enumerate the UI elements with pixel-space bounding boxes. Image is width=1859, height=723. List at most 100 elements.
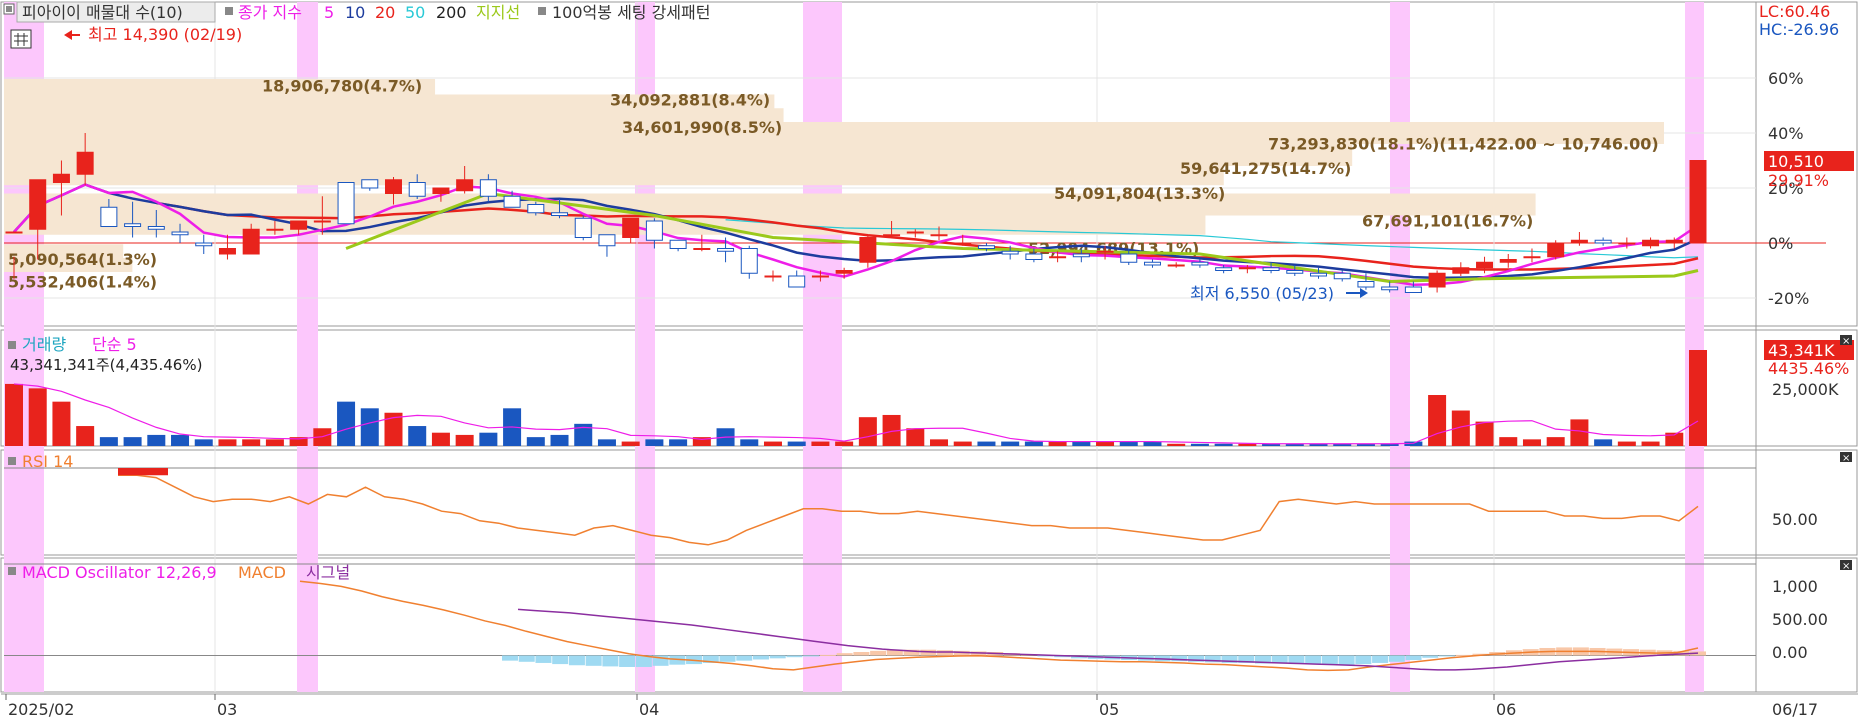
candle-body — [76, 151, 94, 175]
candle-body — [313, 220, 331, 223]
candle-body — [100, 206, 118, 227]
candle-body — [1618, 242, 1636, 245]
ma20-label: 20 — [375, 3, 395, 22]
oscillator-bar — [736, 655, 753, 661]
oscillator-bar — [870, 650, 887, 656]
macd-close-icon[interactable]: × — [1840, 560, 1852, 572]
candle-body — [1238, 267, 1256, 270]
rsi-close-icon[interactable]: × — [1840, 452, 1852, 464]
candle-body — [1665, 239, 1683, 244]
volume-bar — [1617, 441, 1636, 446]
candle-body — [1499, 259, 1517, 263]
volume-profile-label: 5,090,564(1.3%) — [8, 250, 157, 269]
chart-window: 5,090,564(1.3%) 5,532,406(1.4%) 18,906,780… — [0, 0, 1859, 723]
oscillator-bar — [803, 655, 820, 657]
volume-bar — [408, 426, 427, 446]
volume-bar — [550, 434, 569, 446]
oscillator-bar — [1355, 655, 1372, 665]
oscillator-bar — [853, 652, 870, 656]
candle-body — [5, 231, 23, 234]
oscillator-bar — [1338, 655, 1355, 665]
candle-body — [1523, 256, 1541, 259]
highlight-column — [1390, 2, 1410, 692]
volume-bar — [1024, 441, 1043, 446]
volume-profile-label: 54,091,804(13.3%) — [1054, 184, 1225, 203]
volume-bar — [763, 441, 782, 446]
candle-body — [195, 242, 213, 247]
volume-bar — [1428, 395, 1447, 446]
candle-body — [906, 231, 924, 234]
oscillator-bar — [719, 655, 736, 662]
oscillator-bar — [568, 655, 585, 666]
svg-text:×: × — [1842, 561, 1850, 572]
candle-body — [337, 182, 355, 225]
oscillator-bar — [752, 655, 769, 660]
volume-bar — [265, 439, 284, 446]
volume-profile-label: 59,641,275(14.7%) — [1180, 159, 1351, 178]
price-y-tick: -20% — [1768, 289, 1809, 308]
oscillator-bar — [619, 655, 636, 667]
oscillator-bar — [1439, 655, 1456, 657]
rsi-panel-title: RSI 14 — [22, 452, 73, 471]
volume-summary: 43,341,341주(4,435.46%) — [10, 356, 202, 374]
candle-body — [954, 242, 972, 245]
x-axis-label: 03 — [217, 700, 237, 719]
x-axis-label: 2025/02 — [8, 700, 74, 719]
volume-bar — [811, 441, 830, 446]
candle-body — [1381, 286, 1399, 291]
volume-close-icon[interactable]: × — [1840, 335, 1852, 347]
volume-bar — [1096, 441, 1115, 446]
volume-bar — [5, 383, 23, 446]
ma10-label: 10 — [345, 3, 365, 22]
candle-body — [1428, 272, 1446, 288]
candle-body — [1143, 261, 1161, 266]
price-panel-title[interactable]: 피아이이 매물대 수(10) — [22, 3, 183, 22]
volume-bar — [1190, 443, 1209, 446]
volume-bar — [930, 439, 949, 446]
price-y-tick: 40% — [1768, 124, 1804, 143]
candle-body — [693, 248, 711, 250]
oscillator-bar — [1405, 655, 1422, 661]
volume-profile-bar — [4, 193, 1536, 216]
volume-bar — [52, 401, 71, 446]
candle-body — [811, 275, 829, 278]
volume-bar — [526, 437, 545, 446]
volume-ma-label: 단순 5 — [92, 335, 137, 354]
volume-bar — [28, 388, 47, 446]
volume-panel-title: 거래량 — [22, 335, 66, 354]
candle-body — [1001, 250, 1019, 255]
candle-body — [171, 231, 189, 236]
candle-body — [859, 237, 877, 263]
candle-body — [835, 270, 853, 274]
volume-bar — [242, 439, 261, 446]
volume-bar — [787, 441, 806, 446]
macd-y-tick-0: 0.00 — [1772, 643, 1808, 662]
volume-bar — [1689, 350, 1707, 446]
volume-bar — [1048, 441, 1067, 446]
candle-body — [1215, 267, 1233, 271]
candle-body — [1049, 256, 1067, 259]
candle-body — [1642, 239, 1660, 247]
candle-body — [788, 275, 806, 288]
volume-bar — [360, 408, 379, 446]
volume-bar — [194, 439, 213, 446]
volume-profile-bar — [4, 163, 1224, 186]
oscillator-bar — [937, 650, 954, 656]
oscillator-bar — [836, 653, 853, 656]
volume-bar — [1641, 441, 1660, 446]
high-note: 최고 14,390 (02/19) — [88, 25, 242, 44]
volume-bar — [977, 441, 996, 446]
volume-last-pct: 4435.46% — [1768, 359, 1849, 378]
volume-bar — [906, 428, 925, 446]
candle-body — [1404, 286, 1422, 293]
signal-label: 시그널 — [306, 563, 350, 582]
volume-bar — [431, 432, 450, 446]
candle-body — [361, 179, 379, 189]
ma-label: 종가 지수 — [238, 3, 302, 22]
oscillator-bar — [819, 654, 836, 656]
oscillator-bar — [535, 655, 552, 663]
macd-y-tick-500: 500.00 — [1772, 610, 1828, 629]
candle-body — [977, 245, 995, 249]
grid-toggle-icon[interactable] — [10, 29, 32, 49]
oscillator-bar — [1422, 655, 1439, 658]
